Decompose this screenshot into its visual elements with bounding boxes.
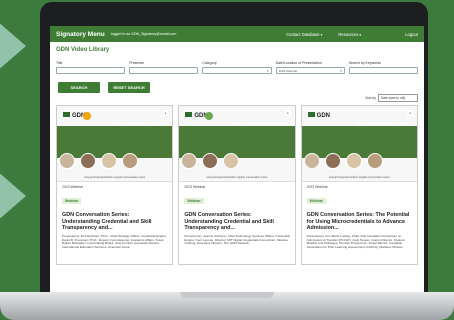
speaker-photos <box>181 153 240 169</box>
keyword-input[interactable] <box>348 67 419 74</box>
card-year: 2023 Webinar <box>62 185 84 189</box>
logged-in-text: logged in as GDN_Signatory@email.com <box>110 32 177 36</box>
date-select-value: 2023 Webinar <box>278 69 298 73</box>
sort-row: Sort by Date (new to old) <box>56 94 418 102</box>
card-year: 2023 Webinar <box>184 185 206 189</box>
speaker-photo <box>80 153 96 169</box>
thumbnail-url: www.groningendeclaration.org/gdn-convers… <box>84 176 146 179</box>
background-chevron-bottom <box>0 170 26 222</box>
main-content: GDN Video Library Title Presenter Catego… <box>50 42 424 270</box>
speaker-photos <box>303 153 383 169</box>
signatory-menu-title[interactable]: Signatory Menu <box>56 31 105 38</box>
title-filter: Title <box>56 61 126 74</box>
laptop-notch <box>180 292 274 298</box>
keyword-label: Search by Keywords <box>348 61 381 65</box>
video-thumbnail[interactable]: GDN ● GDN Conversation Series www.gronin… <box>179 106 295 182</box>
speaker-photo <box>324 153 341 169</box>
nav-resources[interactable]: Resources▾ <box>338 32 361 37</box>
gdn-logo-icon: GDN <box>307 112 330 119</box>
card-title[interactable]: GDN Conversation Series: Understanding C… <box>62 212 167 232</box>
gdn-logo-icon: GDN <box>185 112 208 119</box>
date-filter: Date/Location of Presentation 2023 Webin… <box>275 61 345 74</box>
reset-search-button[interactable]: RESET SEARCH <box>108 82 150 93</box>
speaker-photo <box>223 153 240 169</box>
speaker-photo <box>303 153 320 169</box>
presenter-label: Presenter <box>129 61 145 65</box>
speaker-photo <box>181 153 198 169</box>
card-description: Presenter(s): Ann Marie Ludwig, Chair, P… <box>306 233 405 250</box>
gdn-logo-icon: GDN <box>63 112 85 119</box>
category-label: Category <box>202 61 217 65</box>
video-thumbnail[interactable]: GDN ● GDN Conversation Series www.gronin… <box>57 106 173 182</box>
date-select[interactable]: 2023 Webinar ▾ <box>275 67 345 74</box>
video-thumbnail[interactable]: GDN ● GDN Conversation Series www.gronin… <box>301 106 417 182</box>
title-label: Title <box>56 61 63 65</box>
card-body: 2023 Webinar Webinar GDN Conversation Se… <box>302 182 417 253</box>
speaker-photo <box>122 153 138 169</box>
background-chevron-top <box>0 20 26 72</box>
nav-resources-label: Resources <box>338 31 359 37</box>
chevron-down-icon: ▾ <box>320 32 323 37</box>
thumbnail-url: www.groningendeclaration.org/gdn-convers… <box>328 176 390 179</box>
speaker-photo <box>59 153 75 169</box>
webinar-badge: Webinar <box>306 198 326 204</box>
card-year: 2023 Webinar <box>306 185 328 189</box>
partner-logo-icon <box>205 112 214 120</box>
filter-row: Title Presenter Category ▾ Date/Location… <box>56 61 419 74</box>
video-card[interactable]: GDN ● GDN Conversation Series www.gronin… <box>300 105 418 265</box>
sort-select[interactable]: Date (new to old) <box>378 94 418 102</box>
speaker-photos <box>59 153 138 169</box>
chevron-down-icon: ▾ <box>359 32 362 37</box>
presenter-filter: Presenter <box>129 61 199 74</box>
date-label: Date/Location of Presentation <box>275 61 322 65</box>
webinar-tag-icon: ● <box>284 110 291 116</box>
webinar-tag-icon: ● <box>407 110 413 116</box>
thumbnail-title: GDN Conversation Series <box>232 121 289 126</box>
search-button[interactable]: SEARCH <box>58 82 100 93</box>
nav-contact-database[interactable]: Contact Database▾ <box>286 32 322 37</box>
card-body: 2023 Webinar Webinar GDN Conversation Se… <box>57 182 172 253</box>
webinar-badge: Webinar <box>62 198 82 204</box>
webinar-badge: Webinar <box>184 198 204 204</box>
browser-screen: Signatory Menu logged in as GDN_Signator… <box>50 26 424 292</box>
keyword-filter: Search by Keywords <box>348 61 419 74</box>
video-card[interactable]: GDN ● GDN Conversation Series www.gronin… <box>56 105 174 265</box>
top-nav-bar: Signatory Menu logged in as GDN_Signator… <box>50 26 424 42</box>
page-title: GDN Video Library <box>56 47 110 53</box>
partner-logo-icon <box>83 112 91 120</box>
category-select[interactable]: ▾ <box>202 67 272 74</box>
speaker-photo <box>345 153 362 169</box>
video-card-list: GDN ● GDN Conversation Series www.gronin… <box>56 105 418 265</box>
chevron-down-icon: ▾ <box>267 69 269 73</box>
category-filter: Category ▾ <box>202 61 272 74</box>
thumbnail-url: www.groningendeclaration.org/gdn-convers… <box>206 176 268 179</box>
webinar-tag-icon: ● <box>162 110 169 116</box>
logout-link[interactable]: Logout <box>405 32 418 37</box>
video-card[interactable]: GDN ● GDN Conversation Series www.gronin… <box>178 105 296 265</box>
speaker-photo <box>366 153 383 169</box>
presenter-input[interactable] <box>129 67 199 74</box>
button-row: SEARCH RESET SEARCH <box>56 82 418 93</box>
card-body: 2023 Webinar Webinar GDN Conversation Se… <box>179 182 294 249</box>
card-title[interactable]: GDN Conversation Series: Understanding C… <box>184 212 289 232</box>
card-description: Presenter(s): Deb Everhart, Ph.D., Chief… <box>62 233 167 250</box>
chevron-down-icon: ▾ <box>340 69 342 73</box>
card-description: Presenter(s): Jeanne Kitchens, Chief Tec… <box>184 233 290 246</box>
card-title[interactable]: GDN Conversation Series: The Potential f… <box>307 212 412 232</box>
nav-contact-label: Contact Database <box>286 31 320 37</box>
sort-label: Sort by <box>365 96 376 100</box>
speaker-photo <box>101 153 117 169</box>
title-input[interactable] <box>56 67 126 74</box>
thumbnail-title: GDN Conversation Series <box>110 121 166 126</box>
sort-select-value: Date (new to old) <box>381 96 406 100</box>
speaker-photo <box>202 153 219 169</box>
thumbnail-title: GDN Conversation Series <box>354 121 411 126</box>
